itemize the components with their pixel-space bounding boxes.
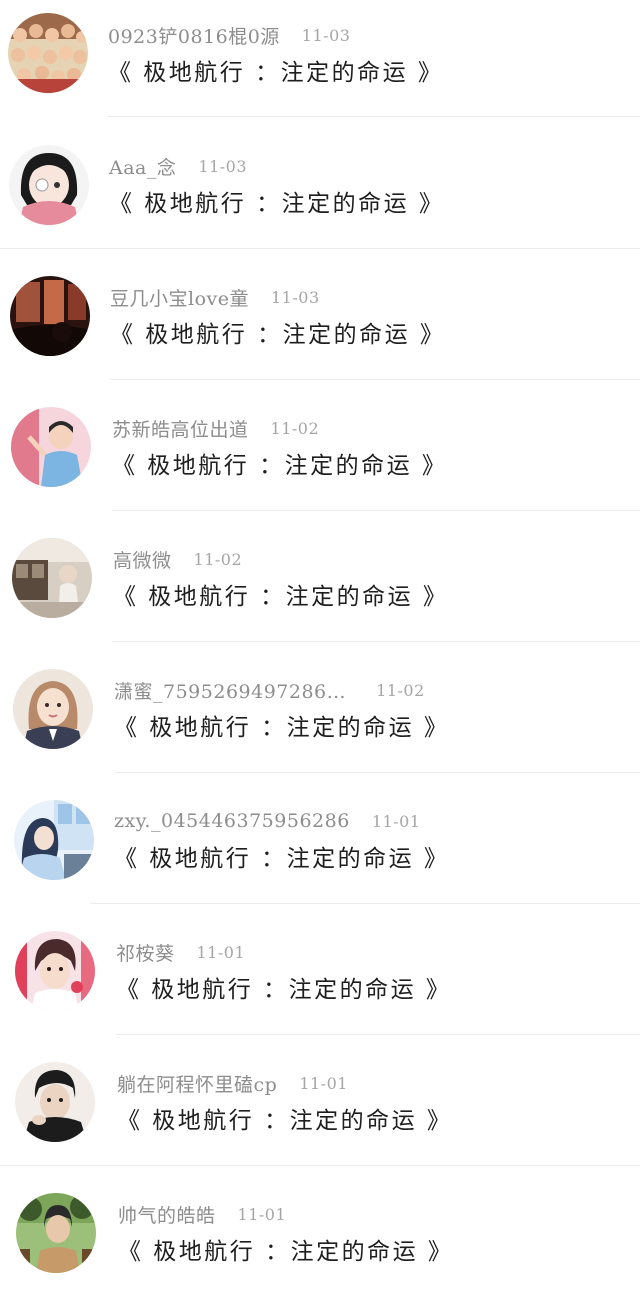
- comment-item[interactable]: 祁桉葵 11-01 《 极地航行 ：注定的命运 》: [0, 917, 640, 1048]
- avatar[interactable]: [16, 1193, 96, 1273]
- comment-item[interactable]: 潇蜜_7595269497286… 11-02 《 极地航行 ：注定的命运 》: [0, 655, 640, 786]
- username[interactable]: 帅气的皓皓: [118, 1201, 216, 1228]
- divider: [110, 379, 640, 380]
- comment-item[interactable]: Aaa_念 11-03 《 极地航行 ：注定的命运 》: [0, 131, 640, 262]
- comment-meta: zxy._045446375956286 11-01: [114, 806, 420, 836]
- comment-date: 11-03: [198, 156, 248, 176]
- comment-item[interactable]: 躺在阿程怀里磕cp 11-01 《 极地航行 ：注定的命运 》: [0, 1048, 640, 1179]
- divider: [116, 1034, 640, 1035]
- comment-meta: Aaa_念 11-03: [109, 151, 247, 181]
- street-scene-avatar-icon: [12, 538, 92, 618]
- comment-item[interactable]: 苏新皓高位出道 11-02 《 极地航行 ：注定的命运 》: [0, 393, 640, 524]
- comment-date: 11-02: [270, 418, 320, 438]
- divider: [114, 772, 640, 773]
- uniform-portrait-avatar-icon: [13, 669, 93, 749]
- comment-item[interactable]: 豆几小宝love童 11-03 《 极地航行 ：注定的命运 》: [0, 262, 640, 393]
- divider: [112, 510, 640, 511]
- comment-meta: 苏新皓高位出道 11-02: [112, 413, 319, 443]
- comment-item[interactable]: 0923铲0816棍0源 11-03 《 极地航行 ：注定的命运 》: [0, 0, 640, 131]
- comment-item[interactable]: 高微微 11-02 《 极地航行 ：注定的命运 》: [0, 524, 640, 655]
- comment-text: 《 极地航行 ：注定的命运 》: [109, 191, 445, 217]
- username[interactable]: 高微微: [113, 546, 172, 573]
- comment-date: 11-01: [196, 942, 246, 962]
- comment-meta: 躺在阿程怀里磕cp 11-01: [117, 1068, 348, 1098]
- avatar[interactable]: [14, 800, 94, 880]
- comment-text: 《 极地航行 ：注定的命运 》: [114, 715, 450, 741]
- comment-text: 《 极地航行 ：注定的命运 》: [108, 60, 444, 86]
- avatar[interactable]: [13, 669, 93, 749]
- comment-text: 《 极地航行 ：注定的命运 》: [110, 322, 446, 348]
- comment-text: 《 极地航行 ：注定的命运 》: [118, 1239, 454, 1265]
- divider: [90, 903, 640, 904]
- avatar[interactable]: [10, 276, 90, 356]
- username[interactable]: 祁桉葵: [116, 939, 175, 966]
- crowd-photo-avatar-icon: [8, 13, 88, 93]
- username[interactable]: Aaa_念: [109, 153, 176, 180]
- username[interactable]: zxy._045446375956286: [114, 810, 350, 832]
- divider: [113, 641, 640, 642]
- divider: [0, 248, 640, 249]
- comment-text: 《 极地航行 ：注定的命运 》: [114, 846, 450, 872]
- anime-girl-avatar-icon: [9, 145, 89, 225]
- comment-date: 11-01: [299, 1073, 348, 1093]
- comment-item[interactable]: 帅气的皓皓 11-01 《 极地航行 ：注定的命运 》: [0, 1179, 640, 1310]
- avatar[interactable]: [15, 931, 95, 1011]
- performer-avatar-icon: [11, 407, 91, 487]
- username[interactable]: 潇蜜_7595269497286…: [114, 677, 346, 704]
- comment-text: 《 极地航行 ：注定的命运 》: [117, 1108, 453, 1134]
- window-girl-avatar-icon: [14, 800, 94, 880]
- comment-text: 《 极地航行 ：注定的命运 》: [116, 977, 452, 1003]
- comment-meta: 豆几小宝love童 11-03: [110, 282, 320, 312]
- comment-text: 《 极地航行 ：注定的命运 》: [113, 584, 449, 610]
- comment-meta: 祁桉葵 11-01: [116, 937, 245, 967]
- divider: [0, 1165, 640, 1166]
- boy-portrait-avatar-icon: [15, 1062, 95, 1142]
- avatar[interactable]: [15, 1062, 95, 1142]
- comment-meta: 0923铲0816棍0源 11-03: [108, 20, 350, 50]
- avatar[interactable]: [12, 538, 92, 618]
- username[interactable]: 豆几小宝love童: [110, 284, 249, 311]
- dark-interior-avatar-icon: [10, 276, 90, 356]
- comment-date: 11-03: [271, 287, 320, 307]
- avatar[interactable]: [8, 13, 88, 93]
- comment-date: 11-01: [371, 811, 421, 831]
- comment-text: 《 极地航行 ：注定的命运 》: [112, 453, 448, 479]
- comment-date: 11-02: [193, 549, 243, 569]
- comment-date: 11-02: [376, 680, 425, 700]
- divider: [108, 116, 640, 117]
- comment-list: 0923铲0816棍0源 11-03 《 极地航行 ：注定的命运 》 Aaa_念…: [0, 0, 640, 1280]
- username[interactable]: 苏新皓高位出道: [112, 415, 249, 442]
- avatar[interactable]: [11, 407, 91, 487]
- outdoor-boy-avatar-icon: [16, 1193, 96, 1273]
- comment-date: 11-01: [237, 1204, 287, 1224]
- avatar[interactable]: [9, 145, 89, 225]
- comment-meta: 潇蜜_7595269497286… 11-02: [114, 675, 425, 705]
- username[interactable]: 躺在阿程怀里磕cp: [117, 1070, 277, 1097]
- username[interactable]: 0923铲0816棍0源: [108, 22, 280, 49]
- comment-date: 11-03: [301, 25, 351, 45]
- comment-meta: 帅气的皓皓 11-01: [118, 1199, 286, 1229]
- comment-item[interactable]: zxy._045446375956286 11-01 《 极地航行 ：注定的命运…: [0, 786, 640, 917]
- comment-meta: 高微微 11-02: [113, 544, 242, 574]
- idol-portrait-avatar-icon: [15, 931, 95, 1011]
